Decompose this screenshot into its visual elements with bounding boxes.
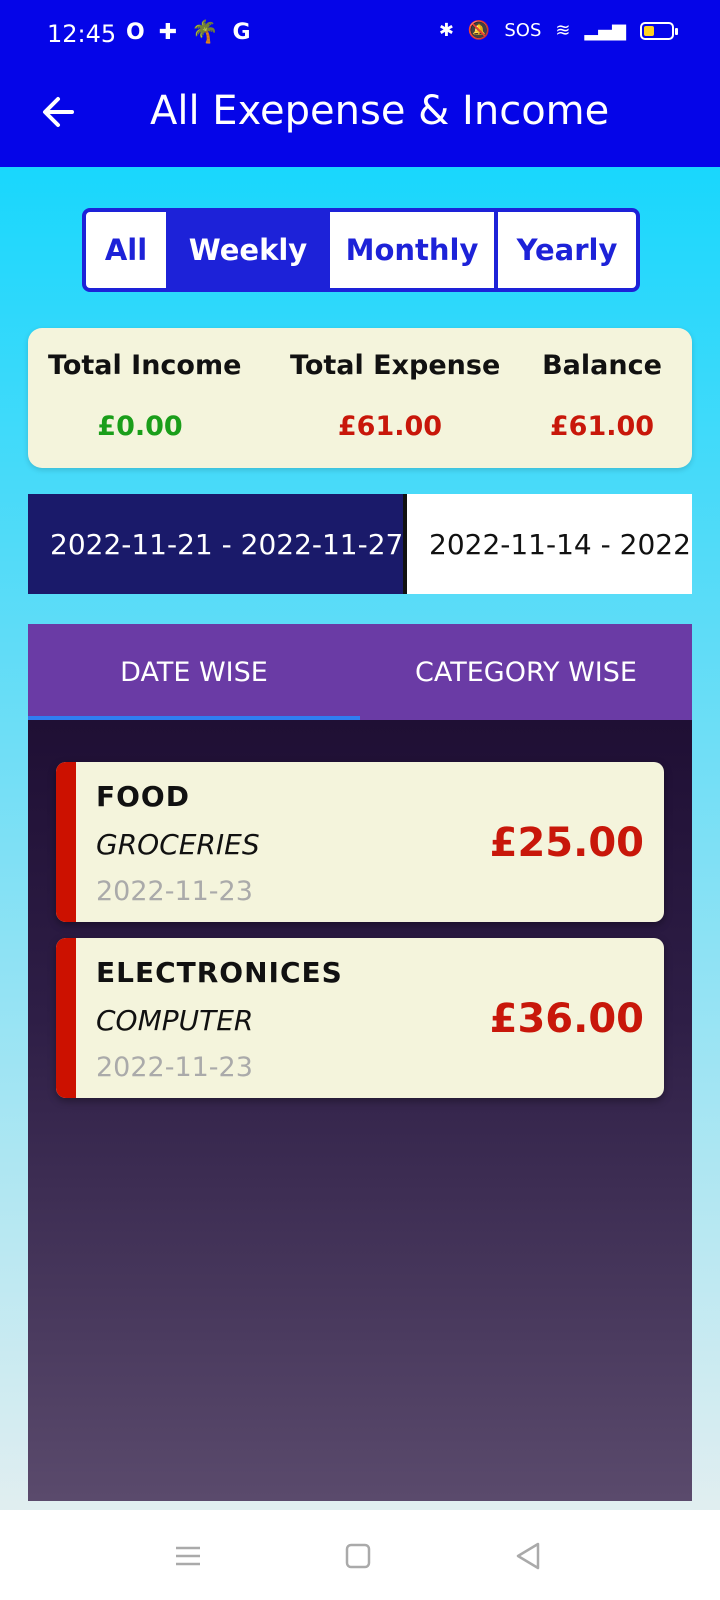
bluetooth-icon: ✱	[438, 20, 454, 41]
filter-yearly-button[interactable]: Yearly	[498, 212, 636, 288]
wifi-icon: ≋	[555, 20, 571, 41]
app-bar: 12:45 O ✚ 🌴 G ✱ 🔕 SOS ≋ ▂▄▆ All Exepense…	[0, 0, 720, 167]
transaction-date: 2022-11-23	[96, 876, 253, 907]
income-summary: Total Income £0.00	[48, 350, 242, 442]
filter-weekly-button[interactable]: Weekly	[170, 212, 330, 288]
system-icons: ✱ 🔕 SOS ≋ ▂▄▆	[438, 20, 678, 41]
transaction-amount: £36.00	[489, 996, 644, 1042]
battery-icon	[640, 21, 678, 40]
expense-color-bar	[56, 762, 76, 922]
status-bar: 12:45 O ✚ 🌴 G ✱ 🔕 SOS ≋ ▂▄▆	[0, 0, 720, 72]
balance-label: Balance	[542, 350, 662, 381]
transaction-category: ELECTRONICES	[96, 956, 343, 989]
transaction-card[interactable]: ELECTRONICES COMPUTER 2022-11-23 £36.00	[56, 938, 664, 1098]
transaction-subcategory: COMPUTER	[96, 1004, 254, 1037]
menu-icon[interactable]	[172, 1540, 204, 1572]
notification-icons: O ✚ 🌴 G	[126, 20, 251, 45]
square-home-icon[interactable]	[342, 1540, 374, 1572]
week-item[interactable]: 2022-11-14 - 2022-1	[407, 494, 692, 594]
week-item-selected[interactable]: 2022-11-21 - 2022-11-27	[28, 494, 403, 594]
summary-card: Total Income £0.00 Total Expense £61.00 …	[28, 328, 692, 468]
transaction-card[interactable]: FOOD GROCERIES 2022-11-23 £25.00	[56, 762, 664, 922]
view-tabs: DATE WISE CATEGORY WISE	[28, 624, 692, 720]
opera-icon: O	[126, 20, 145, 45]
signal-icon: ▂▄▆	[584, 20, 626, 41]
filter-monthly-button[interactable]: Monthly	[330, 212, 498, 288]
income-value: £0.00	[97, 411, 183, 442]
tab-indicator	[28, 716, 360, 720]
tab-date-wise[interactable]: DATE WISE	[28, 624, 360, 720]
status-time: 12:45	[47, 20, 117, 48]
system-nav-bar	[0, 1510, 720, 1600]
income-label: Total Income	[48, 350, 242, 381]
balance-summary: Balance £61.00	[540, 350, 664, 442]
tab-category-wise[interactable]: CATEGORY WISE	[360, 624, 692, 720]
week-selector: 2022-11-21 - 2022-11-27 2022-11-14 - 202…	[28, 494, 692, 594]
transaction-date: 2022-11-23	[96, 1052, 253, 1083]
google-icon: G	[232, 20, 251, 45]
transaction-category: FOOD	[96, 780, 190, 813]
transactions-panel: DATE WISE CATEGORY WISE FOOD GROCERIES 2…	[28, 624, 692, 1501]
period-filter: All Weekly Monthly Yearly	[82, 208, 640, 292]
expense-summary: Total Expense £61.00	[290, 350, 501, 442]
palm-tree-icon: 🌴	[191, 20, 219, 45]
transaction-amount: £25.00	[489, 820, 644, 866]
page-title: All Exepense & Income	[150, 88, 610, 134]
arrow-left-icon[interactable]	[38, 92, 78, 132]
sos-label: SOS	[504, 20, 542, 41]
mute-icon: 🔕	[467, 20, 491, 41]
triangle-back-icon[interactable]	[512, 1540, 544, 1572]
balance-value: £61.00	[549, 411, 655, 442]
expense-label: Total Expense	[290, 350, 501, 381]
filter-all-button[interactable]: All	[86, 212, 170, 288]
expense-color-bar	[56, 938, 76, 1098]
expense-value: £61.00	[337, 411, 443, 442]
app-icon: ✚	[158, 20, 178, 45]
transaction-subcategory: GROCERIES	[96, 828, 260, 861]
